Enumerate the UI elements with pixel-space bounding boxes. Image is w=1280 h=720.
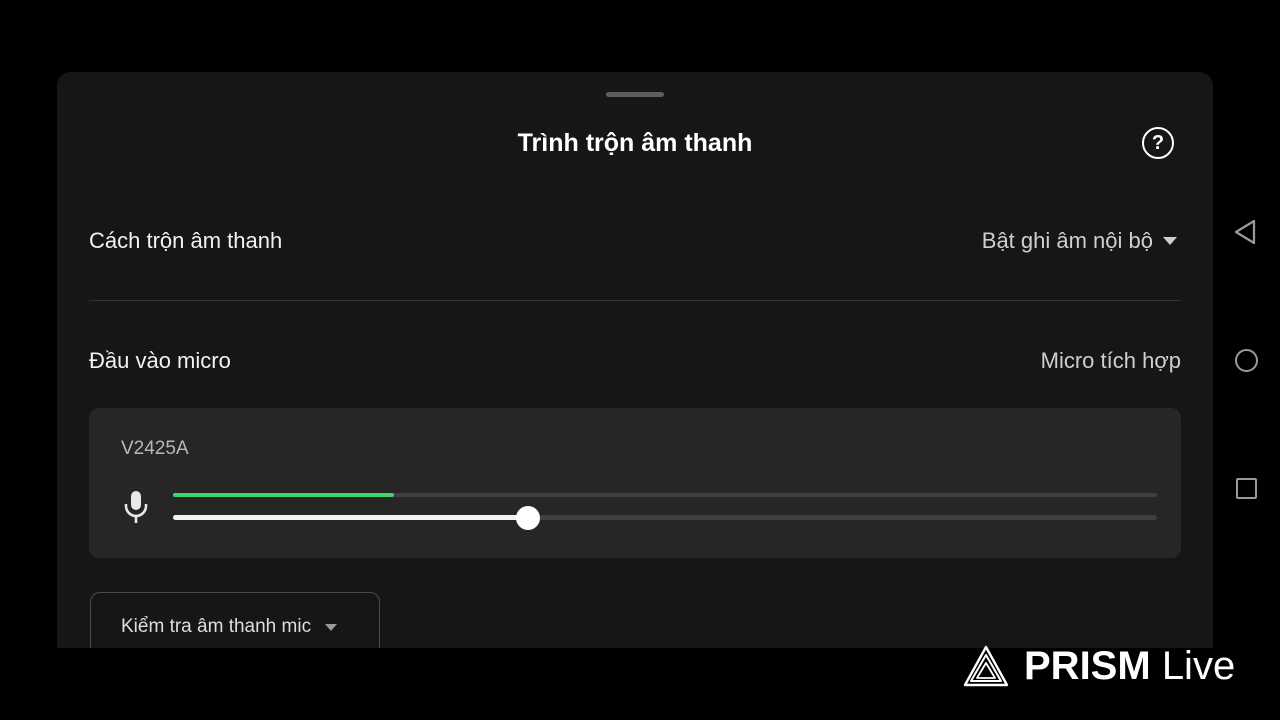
device-name: V2425A (121, 438, 189, 459)
microphone-icon (124, 491, 148, 523)
mic-level-fill (173, 493, 395, 497)
section-divider (89, 300, 1181, 301)
mic-input-value[interactable]: Micro tích hợp (1041, 348, 1181, 374)
mic-test-dropdown[interactable]: Kiểm tra âm thanh mic (90, 592, 380, 648)
mic-test-label: Kiểm tra âm thanh mic (121, 616, 312, 637)
watermark-brand-light: Live (1161, 643, 1236, 688)
mic-level-meter (173, 493, 1157, 497)
chevron-down-icon (1163, 237, 1177, 245)
mix-method-value: Bật ghi âm nội bộ (981, 228, 1153, 253)
sheet-title: Trình trộn âm thanh (517, 129, 753, 157)
prism-live-watermark: PRISM Live (962, 640, 1235, 692)
mic-device-card: V2425A (89, 408, 1181, 558)
help-circle-icon[interactable]: ? (1142, 127, 1174, 159)
recent-square-icon[interactable] (1236, 478, 1257, 499)
mic-volume-thumb[interactable] (516, 506, 541, 530)
mix-method-label: Cách trộn âm thanh (89, 228, 283, 253)
mic-volume-slider[interactable] (173, 506, 1157, 530)
back-triangle-icon[interactable] (1232, 218, 1258, 246)
mic-volume-fill (173, 515, 529, 520)
help-glyph: ? (1151, 131, 1165, 154)
prism-logo-icon (963, 645, 1009, 687)
home-circle-icon[interactable] (1235, 349, 1258, 372)
watermark-text: PRISM Live (1024, 644, 1235, 689)
mix-method-dropdown[interactable]: Bật ghi âm nội bộ (982, 228, 1177, 254)
sheet-drag-handle[interactable] (606, 92, 664, 97)
chevron-down-icon (325, 623, 338, 631)
mic-input-label: Đầu vào micro (89, 348, 231, 373)
watermark-brand-bold: PRISM (1024, 643, 1151, 688)
audio-mixer-sheet: Trình trộn âm thanh ? Cách trộn âm thanh… (57, 72, 1213, 648)
